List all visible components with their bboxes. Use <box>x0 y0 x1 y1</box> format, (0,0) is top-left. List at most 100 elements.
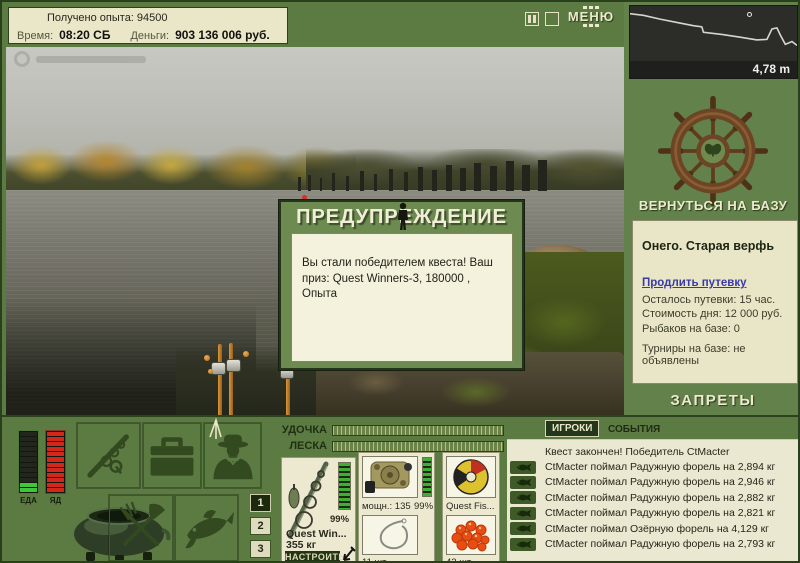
return-to-base-button[interactable]: ВЕРНУТЬСЯ НА БАЗУ <box>624 198 798 213</box>
chat-message-text: CtMacter поймал Радужную форель на 2,821… <box>545 507 776 520</box>
chat-message-list: Квест закончен! Победитель CtMacter CtMa… <box>507 444 798 552</box>
bait-item[interactable] <box>446 515 496 555</box>
fish-icon <box>510 491 536 505</box>
chat-message-text: Квест закончен! Победитель CtMacter <box>545 445 730 458</box>
chat-message: CtMacter поймал Радужную форель на 2,946… <box>507 475 798 490</box>
time-value: 08:20 СБ <box>59 28 111 42</box>
chat-message-text: CtMacter поймал Озёрную форель на 4,129 … <box>545 522 769 535</box>
fish-icon <box>510 537 536 551</box>
ship-wheel-icon[interactable] <box>655 95 771 207</box>
chat-message-text: CtMacter поймал Радужную форель на 2,882… <box>545 491 776 504</box>
reel-hook-panel: мощн.: 135 99% 11 шт. <box>358 452 435 563</box>
money-label: Деньги: <box>130 30 170 42</box>
old-pier-pilings <box>298 160 547 191</box>
bait-count: 42 шт. <box>446 557 473 563</box>
reel-power: мощн.: 135 <box>362 501 411 512</box>
reel-item[interactable] <box>362 456 418 498</box>
reel-image <box>365 461 412 493</box>
chat-message: CtMacter поймал Радужную форель на 2,894… <box>507 459 798 474</box>
food-gauge <box>18 430 39 494</box>
rod-slot-2[interactable]: 2 <box>250 517 271 535</box>
hook-image <box>379 518 408 550</box>
time-label: Время: <box>17 30 54 42</box>
menu-button[interactable]: МЕНЮ <box>563 6 619 27</box>
fishers-on-base: Рыбаков на базе: 0 <box>642 322 740 335</box>
hook-count: 11 шт. <box>362 557 389 563</box>
fisherman-silhouette-icon <box>398 202 408 230</box>
gear-teeth-icon <box>563 24 619 27</box>
chat-log[interactable]: Квест закончен! Победитель CtMacter CtMa… <box>507 439 798 561</box>
pause-icon[interactable] <box>525 12 539 26</box>
bait-ball <box>204 355 210 361</box>
knife-fork-icon <box>120 501 166 546</box>
food-gauge-label: ЕДА <box>20 496 37 505</box>
panel-divider <box>2 415 798 417</box>
ticket-remaining: Осталось путевки: 15 час. <box>642 293 776 306</box>
tacklebox-icon <box>150 436 194 476</box>
fishing-rod-icon <box>86 433 129 478</box>
experience-gained: Получено опыта: 94500 <box>47 12 168 24</box>
tournaments-on-base: Турниры на базе: не объявлены <box>642 342 746 367</box>
fish-icon <box>510 460 536 474</box>
keepnet-button[interactable] <box>174 494 239 561</box>
rod-load-value: 355 кг <box>286 539 317 551</box>
quest-ball-image <box>453 459 489 495</box>
rod-menu-button[interactable] <box>76 422 141 489</box>
reel-1 <box>211 362 226 375</box>
rod-load-bar <box>332 424 504 436</box>
status-info-panel: Получено опыта: 94500 Время: 08:20 СБ Де… <box>8 7 288 44</box>
chat-message: CtMacter поймал Озёрную форель на 4,129 … <box>507 521 798 536</box>
reel-durability-bar <box>422 457 432 497</box>
configure-button[interactable]: НАСТРОИТЬ <box>285 551 345 561</box>
lure-name: Quest Fis... <box>446 501 495 512</box>
rod-load-label: УДОЧКА <box>281 424 327 436</box>
rod-durability-bar <box>338 462 351 510</box>
depth-chart: 4,78 m <box>629 5 798 79</box>
caviar-image <box>451 520 490 552</box>
chat-message: CtMacter поймал Радужную форель на 2,793… <box>507 536 798 551</box>
day-cost: Стоимость дня: 12 000 руб. <box>642 308 783 320</box>
poison-gauge <box>45 430 66 494</box>
quest-lure-item[interactable] <box>446 456 496 498</box>
bait-ball <box>208 369 213 374</box>
fish-icon <box>510 506 536 520</box>
depth-value: 4,78 m <box>752 62 790 76</box>
food-menu-button[interactable] <box>108 494 174 561</box>
warning-dialog[interactable]: ПРЕДУПРЕЖДЕНИЕ Вы стали победителем квес… <box>278 199 525 371</box>
chat-message: Квест закончен! Победитель CtMacter <box>507 444 798 459</box>
game-window: Получено опыта: 94500 Время: 08:20 СБ Де… <box>0 0 800 563</box>
dialog-message: Вы стали победителем квеста! Ваш приз: Q… <box>291 233 513 362</box>
equipped-rod-panel[interactable]: 99% Quest Win... 355 кг НАСТРОИТЬ <box>281 457 356 562</box>
extend-ticket-link[interactable]: Продлить путевку <box>642 277 746 289</box>
reel-2 <box>226 359 241 372</box>
planted-rod-2[interactable] <box>229 343 233 417</box>
cast-arrow-icon[interactable] <box>342 546 356 562</box>
chat-message-text: CtMacter поймал Радужную форель на 2,894… <box>545 461 776 474</box>
direction-arrow-icon <box>209 418 222 439</box>
fish-icon <box>510 522 536 536</box>
chat-message-text: CtMacter поймал Радужную форель на 2,793… <box>545 538 776 551</box>
planted-rod-1[interactable] <box>218 344 222 417</box>
tab-players[interactable]: ИГРОКИ <box>545 420 600 437</box>
lure-bait-panel: Quest Fis... 42 шт. <box>442 452 500 563</box>
rod-slot-1[interactable]: 1 <box>250 494 271 512</box>
line-load-label: ЛЕСКА <box>289 440 327 452</box>
hook-item[interactable] <box>362 515 418 555</box>
bans-button[interactable]: ЗАПРЕТЫ <box>624 392 798 409</box>
menu-label: МЕНЮ <box>567 9 615 24</box>
chat-message: CtMacter поймал Радужную форель на 2,882… <box>507 490 798 505</box>
location-name: Онего. Старая верфь <box>642 239 775 253</box>
chat-message: CtMacter поймал Радужную форель на 2,821… <box>507 506 798 521</box>
tacklebox-button[interactable] <box>142 422 202 489</box>
chat-message-text: CtMacter поймал Радужную форель на 2,946… <box>545 476 776 489</box>
base-info-panel: Онего. Старая верфь Продлить путевку Ост… <box>632 220 798 384</box>
rod-slot-3[interactable]: 3 <box>250 540 271 558</box>
line-load-bar <box>332 440 504 452</box>
tab-events[interactable]: СОБЫТИЯ <box>602 422 666 437</box>
sound-icon[interactable] <box>545 12 559 26</box>
money-value: 903 136 006 руб. <box>175 28 270 42</box>
depth-profile-line <box>630 14 797 46</box>
fish-icon <box>184 510 234 549</box>
watermark <box>14 51 164 69</box>
reel-durability: 99% <box>414 501 434 512</box>
